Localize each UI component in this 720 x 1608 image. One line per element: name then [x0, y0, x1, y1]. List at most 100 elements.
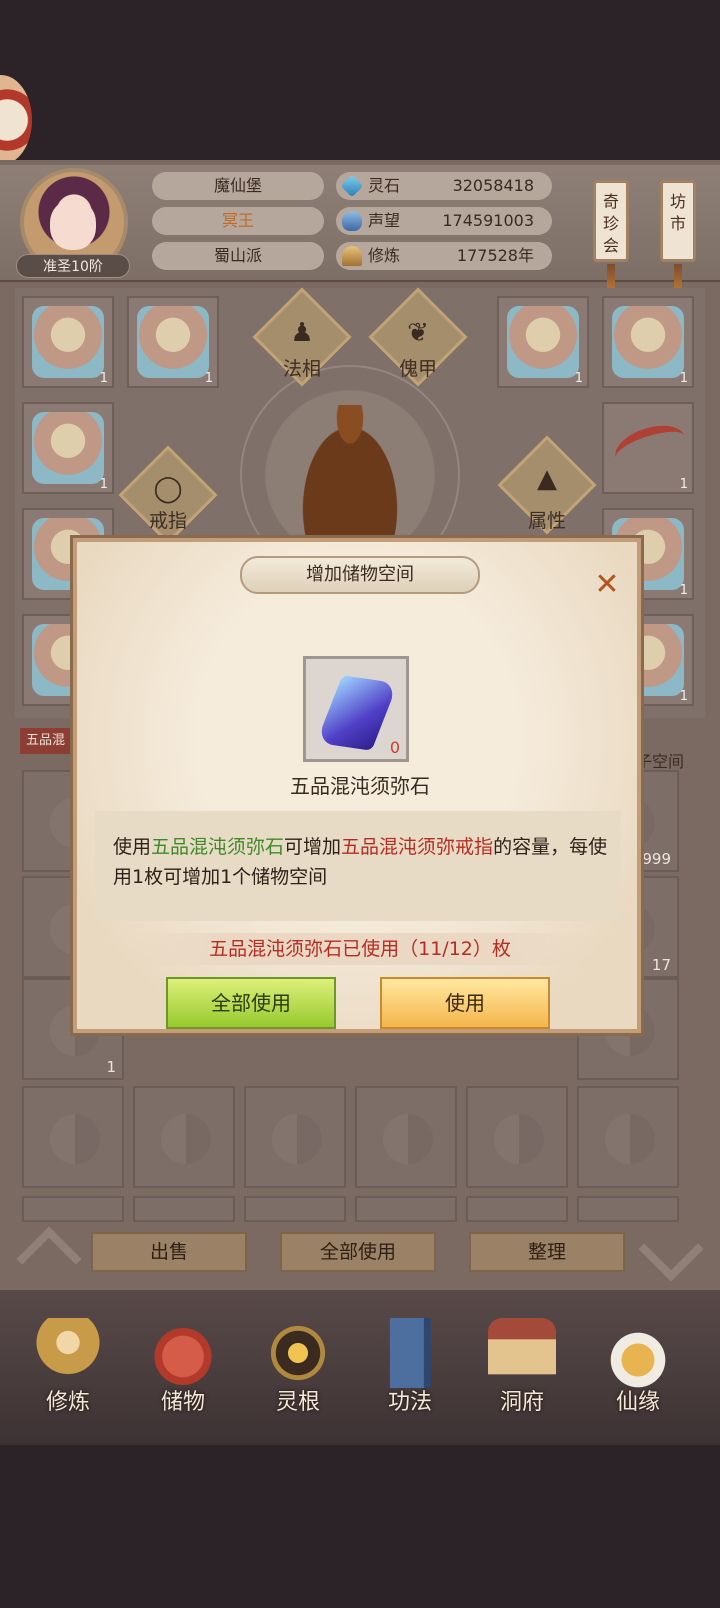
inventory-cell[interactable]	[133, 1086, 235, 1188]
rune-label: 戒指	[148, 510, 187, 532]
item-count: 1	[106, 1058, 116, 1076]
nav-label: 修炼	[45, 1390, 90, 1415]
yinyang-icon	[605, 1114, 655, 1164]
item-count: 17	[651, 956, 671, 974]
stat-value: 177528年	[456, 246, 534, 265]
slot-count: 1	[99, 371, 108, 386]
sect-name: 魔仙堡	[152, 172, 324, 200]
nav-label: 储物	[160, 1390, 205, 1415]
nav-cave[interactable]: 洞府	[472, 1318, 572, 1428]
inventory-cell[interactable]	[22, 1086, 124, 1188]
slot-count: 1	[679, 689, 688, 704]
stat-value: 174591003	[442, 211, 534, 230]
monk-icon	[34, 1318, 102, 1388]
spirit-root-icon	[264, 1318, 332, 1388]
bag-icon	[149, 1318, 217, 1388]
nav-label: 仙缘	[615, 1390, 660, 1415]
inventory-cell[interactable]	[244, 1196, 346, 1222]
yinyang-icon	[50, 1114, 100, 1164]
stat-label: 灵石	[368, 176, 401, 195]
avatar-face	[50, 200, 96, 250]
slot-count: 1	[204, 371, 213, 386]
cultivation-icon	[342, 246, 362, 266]
desc-text: 使用	[113, 836, 152, 858]
slot-count: 1	[99, 477, 108, 492]
meditation-icon: ♟	[290, 318, 314, 348]
robe-icon	[507, 306, 579, 378]
nav-cultivate[interactable]: 修炼	[18, 1318, 118, 1428]
equip-slot[interactable]: 1	[602, 402, 694, 494]
nav-storage[interactable]: 储物	[133, 1318, 233, 1428]
use-all-button[interactable]: 全部使用	[280, 1232, 436, 1272]
yinyang-icon	[494, 1114, 544, 1164]
description-text: 使用五品混沌须弥石可增加五品混沌须弥戒指的容量，每使用1枚可增加1个储物空间	[113, 832, 613, 892]
inventory-cell[interactable]	[244, 1086, 346, 1188]
slot-count: 1	[679, 583, 688, 598]
inventory-cell[interactable]	[577, 1086, 679, 1188]
slot-count: 1	[679, 371, 688, 386]
item-name: 五品混沌须弥石	[290, 774, 430, 798]
realm-badge: 准圣10阶	[16, 254, 130, 278]
bottom-background	[0, 1445, 720, 1608]
close-icon[interactable]: ✕	[592, 570, 622, 600]
inventory-cell[interactable]	[355, 1196, 457, 1222]
nav-spirit-root[interactable]: 灵根	[248, 1318, 348, 1428]
rune-label: 傀甲	[398, 358, 437, 380]
inventory-cell[interactable]	[577, 1196, 679, 1222]
nav-fate[interactable]: 仙缘	[588, 1318, 688, 1428]
nav-techniques[interactable]: 功法	[360, 1318, 460, 1428]
inventory-cell[interactable]	[22, 1196, 124, 1222]
desc-item-highlight: 五品混沌须弥石	[151, 836, 285, 858]
stat-label: 声望	[368, 211, 401, 230]
pavilion-icon	[488, 1318, 556, 1388]
sell-button[interactable]: 出售	[91, 1232, 247, 1272]
robe-icon	[612, 306, 684, 378]
treasure-fair-button[interactable]: 奇珍会	[593, 180, 629, 262]
slot-count: 1	[574, 371, 583, 386]
item-count: 0	[389, 738, 400, 757]
yinyang-icon	[383, 1114, 433, 1164]
equip-slot[interactable]: 1	[497, 296, 589, 388]
character-silhouette	[290, 405, 410, 535]
equip-slot[interactable]: 1	[22, 402, 114, 494]
inventory-cell[interactable]	[355, 1086, 457, 1188]
stat-value: 32058418	[452, 176, 534, 195]
item-slot[interactable]: 0	[303, 656, 409, 762]
robe-icon	[32, 306, 104, 378]
rune-label: 属性	[527, 510, 566, 532]
inventory-cell[interactable]	[466, 1196, 568, 1222]
reputation-stat: 声望 174591003	[336, 207, 552, 235]
slot-count: 1	[679, 477, 688, 492]
book-icon	[376, 1318, 444, 1388]
use-button[interactable]: 使用	[380, 977, 550, 1029]
gourd-icon	[604, 1318, 672, 1388]
yinyang-icon	[272, 1114, 322, 1164]
faction-name: 蜀山派	[152, 242, 324, 270]
nav-label: 功法	[387, 1390, 432, 1415]
crystal-icon	[316, 675, 398, 751]
hat-icon: ▲	[537, 464, 557, 494]
equip-slot[interactable]: 1	[127, 296, 219, 388]
use-all-button[interactable]: 全部使用	[166, 977, 336, 1029]
spirit-stone-icon	[340, 174, 364, 198]
market-button[interactable]: 坊市	[660, 180, 696, 262]
inventory-cell[interactable]	[133, 1196, 235, 1222]
cultivation-stat: 修炼 177528年	[336, 242, 552, 270]
robe-icon	[32, 412, 104, 484]
equip-slot[interactable]: 1	[22, 296, 114, 388]
top-background	[0, 0, 720, 165]
desc-text: 可增加	[284, 836, 342, 858]
player-title: 冥王	[152, 207, 324, 235]
bow-icon	[609, 417, 691, 477]
nav-label: 洞府	[499, 1390, 544, 1415]
sort-button[interactable]: 整理	[469, 1232, 625, 1272]
reputation-icon	[342, 211, 362, 231]
nav-label: 灵根	[275, 1390, 320, 1415]
spirit-stone-stat: 灵石 32058418	[336, 172, 552, 200]
robe-icon	[137, 306, 209, 378]
wings-icon: ❦	[407, 318, 429, 348]
ring-icon: ◯	[153, 474, 183, 504]
equip-slot[interactable]: 1	[602, 296, 694, 388]
usage-count: 五品混沌须弥石已使用（11/12）枚	[124, 933, 596, 965]
inventory-cell[interactable]	[466, 1086, 568, 1188]
